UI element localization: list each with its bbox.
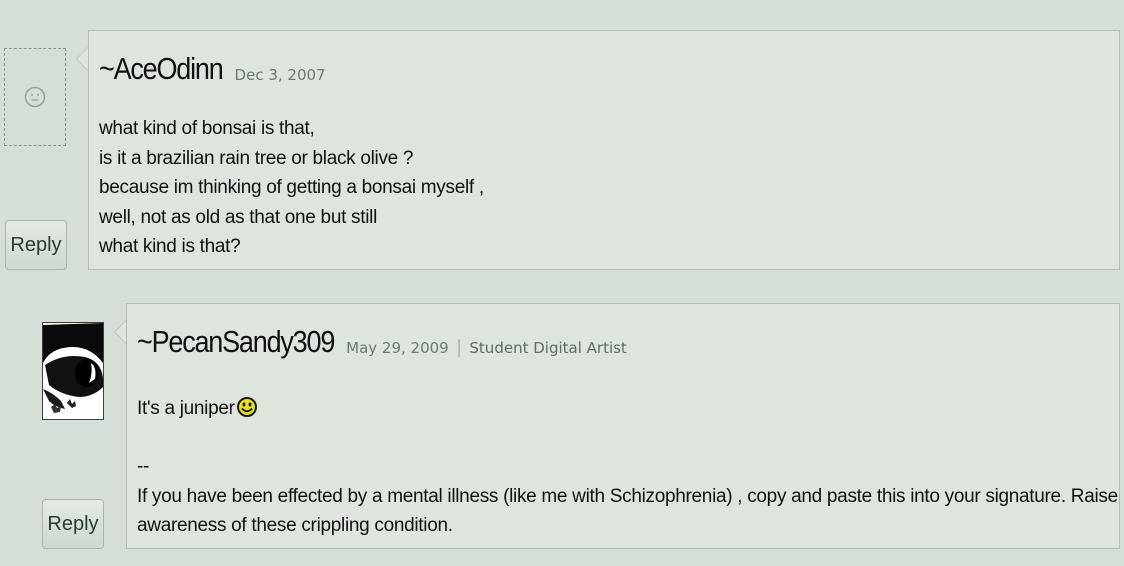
comment-header: ~PecanSandy309 May 29, 2009 | Student Di…	[137, 325, 627, 360]
comment-line: what kind is that?	[99, 236, 241, 257]
comment-text: It's a juniper	[137, 398, 235, 419]
reply-button[interactable]: Reply	[5, 220, 67, 270]
comment-header: ~AceOdinn Dec 3, 2007	[99, 52, 326, 87]
comment-body: It's a juniper	[137, 394, 257, 427]
avatar-placeholder[interactable]	[4, 48, 66, 146]
comment-line: what kind of bonsai is that,	[99, 118, 315, 139]
reply-button[interactable]: Reply	[42, 499, 104, 549]
signature-line: If you have been effected by a mental il…	[137, 485, 1118, 507]
comment-body: what kind of bonsai is that, is it a bra…	[99, 114, 484, 262]
signature-separator: --	[137, 456, 150, 477]
username-link[interactable]: ~PecanSandy309	[137, 325, 335, 360]
placeholder-face-icon	[24, 86, 46, 108]
avatar[interactable]	[42, 322, 104, 420]
user-role: Student Digital Artist	[469, 339, 627, 357]
smiley-icon	[236, 397, 257, 427]
comment-line: is it a brazilian rain tree or black oli…	[99, 147, 414, 169]
comment-date[interactable]: May 29, 2009	[346, 339, 449, 357]
signature: -- If you have been effected by a mental…	[137, 452, 1118, 541]
comment-pointer	[114, 320, 126, 344]
comment-pointer	[76, 47, 88, 71]
signature-line: awareness of these crippling condition.	[137, 515, 453, 536]
comment-line: because im thinking of getting a bonsai …	[99, 177, 484, 198]
comment-line: It's a juniper	[137, 394, 257, 427]
header-separator: |	[456, 337, 462, 357]
username-link[interactable]: ~AceOdinn	[99, 52, 224, 87]
comment-line: well, not as old as that one but still	[99, 206, 377, 228]
eye-drawing-avatar-icon	[43, 323, 103, 419]
comment-date[interactable]: Dec 3, 2007	[235, 66, 326, 84]
